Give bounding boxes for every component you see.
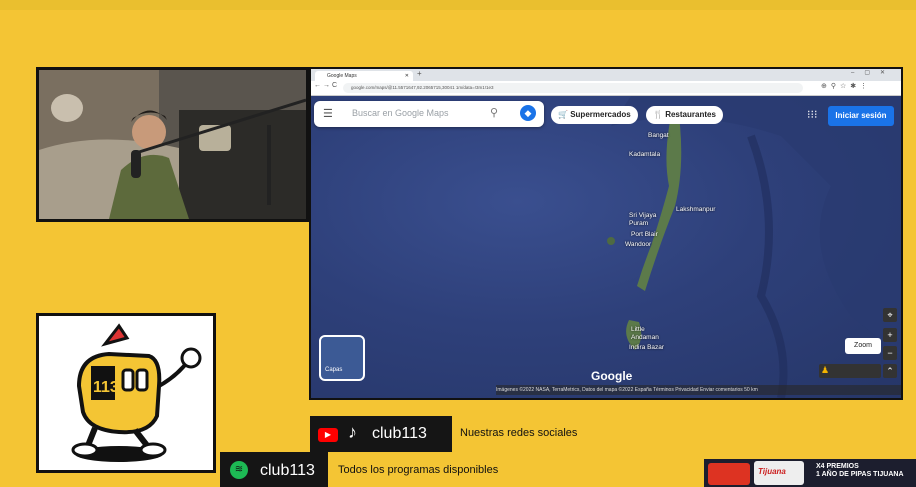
close-tab-icon[interactable]: ✕ (405, 71, 409, 81)
map-search-box[interactable]: ☰ Buscar en Google Maps ⚲ ◆ (314, 101, 544, 127)
cart-icon: 🛒 (558, 110, 568, 119)
youtube-icon: ▶ (318, 428, 338, 442)
ram-skull (51, 94, 83, 122)
ad-product-image (708, 463, 750, 485)
address-bar: ←→C google.com/maps/@11.5571647,92.20657… (311, 81, 901, 96)
tiktok-handle: club113 (372, 425, 427, 442)
top-band (0, 0, 916, 10)
spotify-icon: ≋ (230, 461, 248, 479)
sponsor-ad: Tijuana X4 PREMIOS 1 AÑO DE PIPAS TIJUAN… (704, 459, 916, 487)
browser-window: Google Maps ✕ + –▢✕ ←→C google.com/maps/… (309, 67, 903, 400)
layers-button[interactable]: Capas (319, 335, 365, 381)
signin-button[interactable]: Iniciar sesión (828, 106, 894, 126)
apps-grid-icon[interactable]: ⁝⁝⁝ (807, 108, 818, 121)
social-banner: ▶ ♪ club113 (310, 416, 452, 452)
place-label[interactable]: Sri Vijaya Puram (629, 212, 673, 228)
layers-label: Capas (325, 367, 343, 373)
place-label[interactable]: Wandoor (625, 241, 651, 248)
zoom-in-button[interactable]: + (883, 328, 897, 342)
url-text: google.com/maps/@11.5571647,92.2065715,3… (351, 85, 494, 90)
window-controls-icon[interactable]: –▢✕ (851, 69, 895, 76)
chip-supermercados[interactable]: 🛒 Supermercados (551, 106, 638, 124)
ad-text-line1: X4 PREMIOS (816, 463, 859, 470)
redes-text: Nuestras redes sociales (460, 427, 578, 439)
place-label[interactable]: Little Andaman (631, 326, 671, 342)
tab-title: Google Maps (327, 73, 357, 79)
place-label[interactable]: Kadamtala (629, 151, 660, 158)
ad-text-line2: 1 AÑO DE PIPAS TIJUANA (816, 471, 904, 478)
place-label[interactable]: Port Blair (631, 231, 658, 238)
taskbar (311, 398, 901, 400)
street-view-strip[interactable]: ♟ (819, 364, 881, 378)
club113-logo-card: 113 (36, 313, 216, 473)
andaman-islands (637, 116, 682, 291)
tab-google-maps[interactable]: Google Maps ✕ (315, 71, 413, 81)
nav-arrows-icon[interactable]: ←→C (314, 82, 339, 89)
chip-label: Supermercados (570, 110, 631, 119)
url-field[interactable]: google.com/maps/@11.5571647,92.2065715,3… (343, 83, 803, 93)
chip-label: Restaurantes (665, 110, 716, 119)
directions-icon[interactable]: ◆ (520, 105, 536, 121)
logo-number: 113 (93, 379, 119, 396)
tab-bar: Google Maps ✕ + –▢✕ (311, 69, 901, 81)
pegman-icon[interactable]: ♟ (821, 365, 829, 376)
new-tab-icon[interactable]: + (417, 69, 422, 78)
club113-mascot: 113 (71, 323, 202, 462)
programas-text: Todos los programas disponibles (338, 464, 499, 476)
ad-brand: Tijuana (758, 467, 786, 476)
map-terrain (607, 96, 901, 398)
place-label[interactable]: Indira Bazar (629, 344, 664, 351)
restaurant-icon: 🍴 (653, 110, 663, 119)
search-input[interactable]: Buscar en Google Maps (352, 108, 449, 118)
tiktok-icon: ♪ (348, 422, 357, 442)
ad-product-bag: Tijuana (754, 461, 804, 485)
zoom-tooltip: Zoom (845, 338, 881, 354)
place-label[interactable]: Bangat (648, 132, 669, 139)
zoom-out-button[interactable]: − (883, 346, 897, 360)
chip-restaurantes[interactable]: 🍴 Restaurantes (646, 106, 723, 124)
search-icon[interactable]: ⚲ (490, 106, 498, 119)
compass-icon[interactable]: ⌖ (883, 308, 897, 322)
spotify-handle: club113 (260, 462, 315, 479)
webcam-feed (36, 67, 309, 222)
expand-icon[interactable]: ⌃ (883, 364, 897, 378)
browser-toolbar-icons[interactable]: ⊕⚲☆✱⋮ (821, 82, 871, 90)
menu-icon[interactable]: ☰ (323, 107, 333, 120)
google-logo: Google (591, 369, 633, 383)
map-footer: Imágenes ©2022 NASA, TerraMetrics, Datos… (496, 385, 901, 395)
microphone (131, 150, 141, 178)
place-label[interactable]: Lakshmanpur (676, 206, 715, 213)
webcam-scene (39, 70, 306, 219)
satellite-map[interactable]: Bangat Kadamtala Lakshmanpur Sri Vijaya … (311, 96, 901, 398)
spotify-banner: ≋ club113 (220, 452, 328, 487)
